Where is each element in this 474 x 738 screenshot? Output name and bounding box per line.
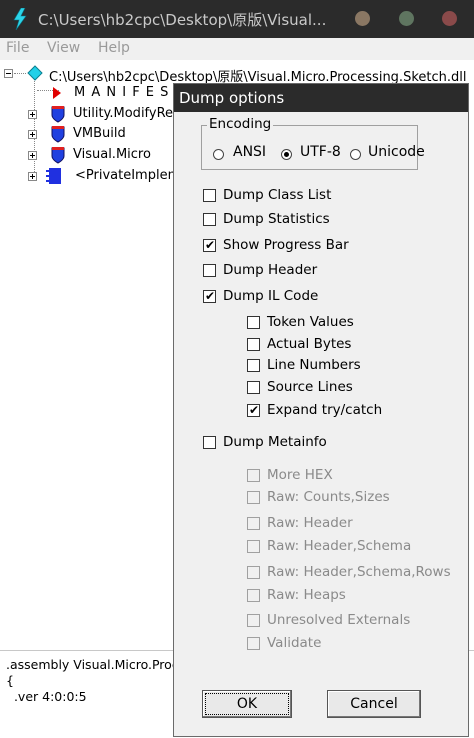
dump-statistics-label[interactable]: Dump Statistics (223, 211, 330, 227)
more-hex-checkbox (247, 469, 260, 482)
expand-try-catch-label[interactable]: Expand try/catch (267, 402, 382, 418)
tree-node-label: <PrivateImpleme (75, 168, 189, 183)
line-numbers-label[interactable]: Line Numbers (267, 357, 361, 373)
token-values-checkbox[interactable] (247, 316, 260, 329)
menu-file[interactable]: File (6, 40, 29, 56)
namespace-shield-icon (51, 126, 65, 143)
dump-metainfo-label[interactable]: Dump Metainfo (223, 434, 327, 450)
radio-utf8[interactable] (281, 149, 292, 160)
validate-label: Validate (267, 635, 322, 651)
maximize-button[interactable] (399, 11, 414, 26)
radio-unicode[interactable] (350, 149, 361, 160)
menu-help[interactable]: Help (98, 40, 130, 56)
menu-bar: File View Help (0, 38, 474, 60)
class-icon (46, 168, 61, 184)
ok-button[interactable]: OK (202, 690, 292, 718)
tree-node-vmbuild[interactable]: VMBuild (28, 125, 178, 145)
unresolved-externals-label: Unresolved Externals (267, 612, 411, 628)
dump-il-code-label[interactable]: Dump IL Code (223, 288, 318, 304)
raw-header-label: Raw: Header (267, 515, 353, 531)
raw-heaps-label: Raw: Heaps (267, 587, 346, 603)
show-progress-bar-label[interactable]: Show Progress Bar (223, 237, 349, 253)
raw-header-schema-rows-label: Raw: Header,Schema,Rows (267, 564, 451, 580)
tree-node-label: Utility.ModifyReg (73, 106, 182, 121)
dump-statistics-checkbox[interactable] (203, 213, 216, 226)
encoding-group: Encoding ANSI UTF-8 Unicode (201, 116, 425, 170)
raw-header-schema-label: Raw: Header,Schema (267, 538, 412, 554)
manifest-label: M A N I F E S T (74, 85, 184, 100)
tree-node-label: VMBuild (73, 126, 126, 141)
dialog-title-bar[interactable]: Dump options (174, 84, 468, 112)
raw-header-schema-checkbox (247, 540, 260, 553)
tree-node-private-impl[interactable]: <PrivateImpleme (28, 167, 188, 187)
il-line: .assembly Visual.Micro.Proce (6, 657, 187, 672)
raw-header-checkbox (247, 517, 260, 530)
dump-header-checkbox[interactable] (203, 264, 216, 277)
menu-view[interactable]: View (47, 40, 80, 56)
expand-icon[interactable] (28, 130, 37, 139)
namespace-shield-icon (51, 106, 65, 123)
expand-icon[interactable] (28, 151, 37, 160)
token-values-label[interactable]: Token Values (267, 314, 354, 330)
dump-il-code-checkbox[interactable]: ✔ (203, 289, 216, 303)
unresolved-externals-checkbox (247, 614, 260, 627)
il-line: .ver 4:0:0:5 (6, 689, 87, 704)
expand-icon[interactable] (28, 110, 37, 119)
tree-node-label: Visual.Micro (73, 147, 151, 162)
radio-unicode-label[interactable]: Unicode (368, 144, 425, 160)
show-progress-bar-checkbox[interactable]: ✔ (203, 238, 216, 252)
dump-metainfo-checkbox[interactable] (203, 436, 216, 449)
expand-icon[interactable] (28, 172, 37, 181)
actual-bytes-checkbox[interactable] (247, 338, 260, 351)
window-title: C:\Users\hb2cpc\Desktop\原版\Visual... (38, 11, 327, 29)
collapse-icon[interactable] (4, 69, 13, 78)
namespace-shield-icon (51, 147, 65, 164)
tree-manifest-node[interactable]: M A N I F E S T (52, 84, 182, 104)
manifest-triangle-icon (53, 87, 61, 99)
validate-checkbox (247, 637, 260, 650)
close-button[interactable] (442, 11, 457, 26)
tree-root-node[interactable]: C:\Users\hb2cpc\Desktop\原版\Visual.Micro.… (4, 65, 474, 85)
raw-heaps-checkbox (247, 589, 260, 602)
dump-class-list-label[interactable]: Dump Class List (223, 187, 331, 203)
source-lines-checkbox[interactable] (247, 381, 260, 394)
radio-ansi-label[interactable]: ANSI (233, 144, 266, 160)
tree-node-utility[interactable]: Utility.ModifyReg (28, 105, 182, 125)
raw-header-schema-rows-checkbox (247, 566, 260, 579)
dialog-title: Dump options (179, 89, 285, 107)
checkmark-icon: ✔ (249, 403, 260, 417)
raw-counts-sizes-label: Raw: Counts,Sizes (267, 489, 390, 505)
dump-header-label[interactable]: Dump Header (223, 262, 317, 278)
source-lines-label[interactable]: Source Lines (267, 379, 353, 395)
checkmark-icon: ✔ (205, 238, 216, 252)
dump-options-dialog: Dump options Encoding ANSI UTF-8 Unicode… (173, 83, 469, 737)
radio-ansi[interactable] (213, 149, 224, 160)
more-hex-label: More HEX (267, 467, 333, 483)
encoding-legend: Encoding (207, 116, 274, 132)
expand-try-catch-checkbox[interactable]: ✔ (247, 403, 260, 417)
lightning-icon (13, 8, 27, 30)
raw-counts-sizes-checkbox (247, 491, 260, 504)
dump-class-list-checkbox[interactable] (203, 189, 216, 202)
cancel-button[interactable]: Cancel (327, 690, 421, 718)
checkmark-icon: ✔ (205, 289, 216, 303)
title-bar: C:\Users\hb2cpc\Desktop\原版\Visual... (0, 0, 474, 38)
actual-bytes-label[interactable]: Actual Bytes (267, 336, 351, 352)
line-numbers-checkbox[interactable] (247, 359, 260, 372)
il-line: { (6, 673, 14, 688)
assembly-diamond-icon (27, 65, 43, 81)
radio-utf8-label[interactable]: UTF-8 (300, 144, 341, 160)
tree-connector (14, 73, 26, 74)
tree-node-visual-micro[interactable]: Visual.Micro (28, 146, 178, 166)
minimize-button[interactable] (355, 11, 370, 26)
